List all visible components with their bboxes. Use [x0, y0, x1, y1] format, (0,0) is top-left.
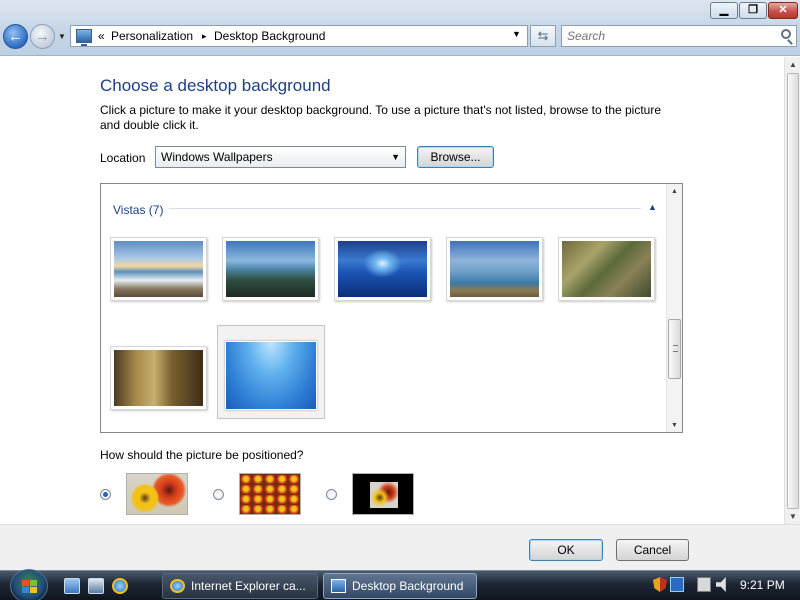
title-bar: ▁ ❐ ✕ ← → ▼ « Personalization ▸ Desktop …	[0, 0, 800, 56]
taskbar-button-internet-explorer[interactable]: Internet Explorer ca...	[162, 573, 318, 599]
volume-muted-icon[interactable]	[716, 577, 726, 592]
ocean-horizon-image	[450, 241, 539, 297]
wallpaper-gallery[interactable]: Vistas (7) ▲ ▲ ▼	[100, 183, 683, 433]
wallpaper-woodland-path[interactable]	[110, 346, 207, 410]
wallpaper-autumn-forest[interactable]	[558, 237, 655, 301]
instructions-text: Click a picture to make it your desktop …	[100, 103, 662, 132]
blue-underwater-image	[225, 341, 317, 410]
internet-explorer-icon[interactable]	[112, 578, 128, 594]
woodland-path-image	[114, 350, 203, 406]
breadcrumb-desktop-background[interactable]: Desktop Background	[214, 29, 325, 43]
windows-logo-icon	[22, 580, 37, 593]
chevron-down-icon: ▼	[391, 152, 400, 162]
main-content: Choose a desktop background Click a pict…	[0, 57, 783, 524]
location-value: Windows Wallpapers	[161, 150, 273, 164]
maximize-button[interactable]: ❐	[739, 2, 767, 19]
wallpaper-beach-waves[interactable]	[110, 237, 207, 301]
taskbar-label: Desktop Background	[352, 579, 464, 593]
search-input[interactable]	[562, 26, 767, 46]
address-bar[interactable]: « Personalization ▸ Desktop Background ▼	[70, 25, 528, 47]
network-icon[interactable]	[697, 577, 711, 592]
taskbar: Internet Explorer ca... Desktop Backgrou…	[0, 569, 800, 600]
scroll-up-icon[interactable]: ▲	[789, 60, 797, 69]
back-button[interactable]: ←	[3, 24, 28, 49]
gallery-scrollbar[interactable]: ▲ ▼	[666, 184, 682, 432]
back-arrow-icon: ←	[8, 28, 23, 45]
page-scroll-thumb[interactable]	[787, 73, 799, 509]
address-dropdown-icon[interactable]: ▼	[512, 29, 521, 39]
breadcrumb-overflow[interactable]: «	[98, 29, 105, 43]
close-button[interactable]: ✕	[768, 2, 798, 19]
close-icon: ✕	[778, 4, 788, 16]
breadcrumb-personalization[interactable]: Personalization	[111, 29, 193, 43]
underwater-sun-image	[338, 241, 427, 297]
wallpaper-underwater-sun[interactable]	[334, 237, 431, 301]
ok-button[interactable]: OK	[529, 539, 603, 561]
position-question: How should the picture be positioned?	[100, 448, 304, 462]
recent-pages-dropdown[interactable]: ▼	[58, 32, 66, 41]
position-fit-preview[interactable]	[126, 473, 188, 515]
cancel-button[interactable]: Cancel	[616, 539, 689, 561]
dialog-footer: OK Cancel	[0, 524, 800, 570]
group-header-vistas[interactable]: Vistas (7)	[113, 203, 163, 217]
control-panel-icon	[76, 29, 92, 46]
taskbar-label: Internet Explorer ca...	[191, 579, 306, 593]
maximize-icon: ❐	[748, 4, 758, 16]
switch-windows-icon[interactable]	[88, 578, 104, 594]
refresh-icon: ⇆	[537, 28, 549, 43]
radio-tile[interactable]	[213, 489, 224, 500]
browse-button[interactable]: Browse...	[417, 146, 494, 168]
wallpaper-blue-underwater[interactable]	[217, 325, 325, 419]
flower-center-image	[370, 482, 398, 508]
radio-fit-to-screen[interactable]	[100, 489, 111, 500]
search-box[interactable]	[561, 25, 797, 47]
rocky-coast-image	[226, 241, 315, 297]
position-tile-preview[interactable]	[239, 473, 301, 515]
scroll-up-icon[interactable]: ▲	[671, 188, 678, 195]
scroll-down-icon[interactable]: ▼	[671, 422, 678, 429]
search-icon[interactable]	[781, 29, 791, 39]
location-dropdown[interactable]: Windows Wallpapers ▼	[155, 146, 406, 168]
taskbar-button-desktop-background[interactable]: Desktop Background	[323, 573, 477, 599]
show-desktop-icon[interactable]	[64, 578, 80, 594]
wallpaper-rocky-coast[interactable]	[222, 237, 319, 301]
minimize-icon: ▁	[719, 4, 729, 16]
breadcrumb-separator-icon[interactable]: ▸	[202, 31, 207, 42]
beach-waves-image	[114, 241, 203, 297]
location-label: Location	[100, 151, 146, 165]
control-panel-icon	[331, 579, 346, 593]
forward-button[interactable]: →	[30, 24, 55, 49]
gallery-scroll-thumb[interactable]	[668, 319, 681, 379]
windows-update-icon[interactable]	[670, 577, 684, 592]
group-divider	[169, 208, 641, 209]
security-shield-icon[interactable]	[653, 577, 667, 592]
refresh-button[interactable]: ⇆	[530, 25, 556, 47]
grip-icon	[673, 345, 678, 352]
wallpaper-ocean-horizon[interactable]	[446, 237, 543, 301]
position-center-preview[interactable]	[352, 473, 414, 515]
system-clock[interactable]: 9:21 PM	[740, 578, 785, 592]
page-scrollbar[interactable]: ▲ ▼	[784, 57, 800, 524]
minimize-button[interactable]: ▁	[710, 2, 738, 19]
radio-center[interactable]	[326, 489, 337, 500]
internet-explorer-icon	[170, 579, 185, 593]
start-button[interactable]	[10, 569, 48, 600]
collapse-group-icon[interactable]: ▲	[648, 202, 657, 212]
flower-image	[127, 474, 187, 514]
scroll-down-icon[interactable]: ▼	[789, 512, 797, 521]
forward-arrow-icon: →	[35, 28, 50, 45]
page-title: Choose a desktop background	[100, 76, 331, 95]
autumn-forest-image	[562, 241, 651, 297]
